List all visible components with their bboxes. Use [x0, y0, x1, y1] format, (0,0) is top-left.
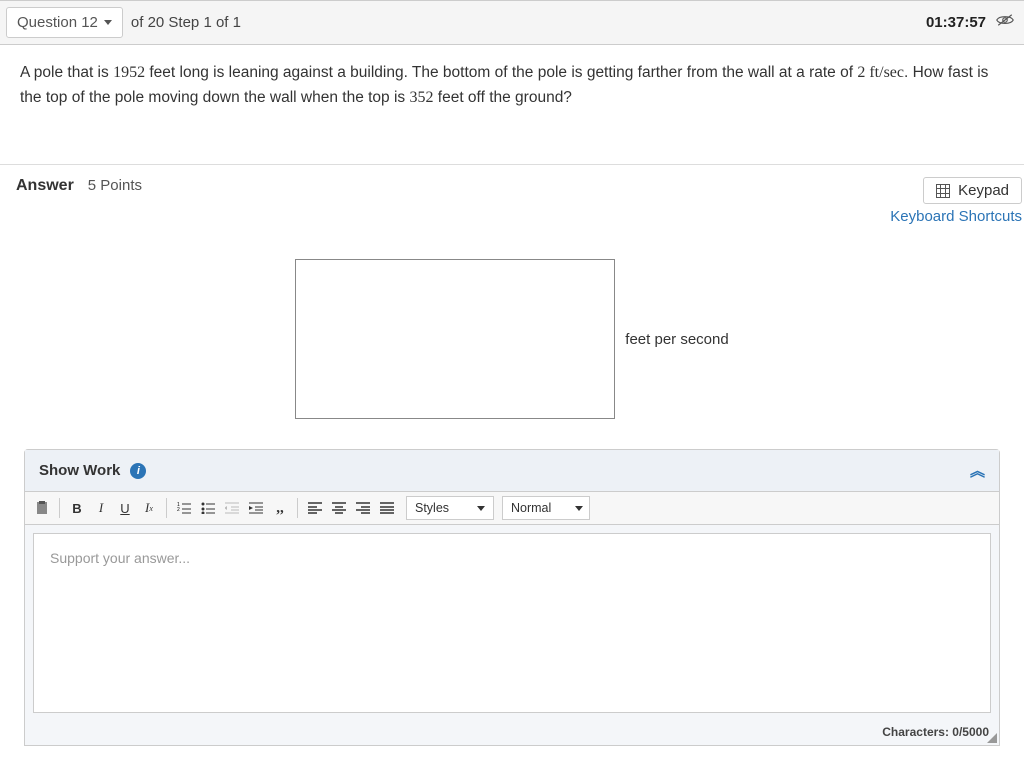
- keypad-label: Keypad: [958, 182, 1009, 199]
- question-label: Question 12: [17, 14, 98, 31]
- styles-dropdown-label: Styles: [415, 501, 449, 515]
- question-selector[interactable]: Question 12: [6, 7, 123, 38]
- underline-button[interactable]: U: [114, 496, 136, 520]
- show-work-editor[interactable]: Support your answer...: [33, 533, 991, 713]
- answer-label: Answer: [16, 177, 74, 195]
- show-work-panel: Show Work i ︽ B I U Ix 12 ,, Styles Norm…: [24, 449, 1000, 746]
- format-dropdown[interactable]: Normal: [502, 496, 590, 520]
- q-text-2: feet long is leaning against a building.…: [145, 64, 857, 81]
- paste-button[interactable]: [31, 496, 53, 520]
- q-text-1: A pole that is: [20, 64, 113, 81]
- format-dropdown-label: Normal: [511, 501, 551, 515]
- chevron-down-icon: [477, 506, 485, 511]
- show-work-title: Show Work: [39, 462, 120, 479]
- chevron-down-icon: [104, 20, 112, 25]
- bold-button[interactable]: B: [66, 496, 88, 520]
- styles-dropdown[interactable]: Styles: [406, 496, 494, 520]
- separator: [59, 498, 60, 518]
- blockquote-button[interactable]: ,,: [269, 496, 291, 520]
- q-val-2: 2 ft/sec: [857, 64, 904, 81]
- chevpron-down-icon: [575, 506, 583, 511]
- answer-tools: Keypad Keyboard Shortcuts: [890, 177, 1024, 225]
- show-work-title-group: Show Work i: [39, 462, 146, 479]
- answer-header: Answer 5 Points Keypad Keyboard Shortcut…: [0, 165, 1024, 229]
- eye-off-icon[interactable]: [996, 13, 1014, 32]
- ordered-list-button[interactable]: 12: [173, 496, 195, 520]
- svg-text:2: 2: [177, 507, 180, 513]
- top-bar: Question 12 of 20 Step 1 of 1 01:37:57: [0, 0, 1024, 45]
- align-justify-button[interactable]: [376, 496, 398, 520]
- top-left-group: Question 12 of 20 Step 1 of 1: [6, 7, 241, 38]
- italic-button[interactable]: I: [90, 496, 112, 520]
- answer-label-group: Answer 5 Points: [16, 177, 142, 195]
- q-val-3: 352: [409, 89, 433, 106]
- char-count: 0/5000: [952, 725, 989, 739]
- align-left-button[interactable]: [304, 496, 326, 520]
- question-text: A pole that is 1952 feet long is leaning…: [0, 45, 1024, 165]
- step-info: of 20 Step 1 of 1: [131, 14, 241, 31]
- unit-label: feet per second: [625, 331, 728, 348]
- align-center-button[interactable]: [328, 496, 350, 520]
- keypad-button[interactable]: Keypad: [923, 177, 1022, 204]
- char-label: Characters:: [882, 725, 952, 739]
- outdent-button[interactable]: [221, 496, 243, 520]
- collapse-icon[interactable]: ︽: [970, 460, 985, 481]
- rte-toolbar: B I U Ix 12 ,, Styles Normal: [25, 492, 999, 525]
- top-right-group: 01:37:57: [926, 13, 1018, 32]
- align-right-button[interactable]: [352, 496, 374, 520]
- answer-points: 5 Points: [88, 177, 142, 194]
- separator: [297, 498, 298, 518]
- character-counter: Characters: 0/5000: [25, 721, 999, 745]
- resize-handle[interactable]: [987, 733, 997, 743]
- show-work-header[interactable]: Show Work i ︽: [25, 450, 999, 492]
- separator: [166, 498, 167, 518]
- answer-input[interactable]: [295, 259, 615, 419]
- q-val-1: 1952: [113, 64, 145, 81]
- unordered-list-button[interactable]: [197, 496, 219, 520]
- keyboard-shortcuts-link[interactable]: Keyboard Shortcuts: [890, 208, 1022, 225]
- editor-placeholder: Support your answer...: [50, 550, 190, 566]
- timer: 01:37:57: [926, 14, 986, 31]
- clear-format-button[interactable]: Ix: [138, 496, 160, 520]
- keypad-icon: [936, 184, 950, 198]
- q-text-4: feet off the ground?: [433, 89, 571, 106]
- indent-button[interactable]: [245, 496, 267, 520]
- answer-input-row: feet per second: [0, 229, 1024, 449]
- info-icon[interactable]: i: [130, 463, 146, 479]
